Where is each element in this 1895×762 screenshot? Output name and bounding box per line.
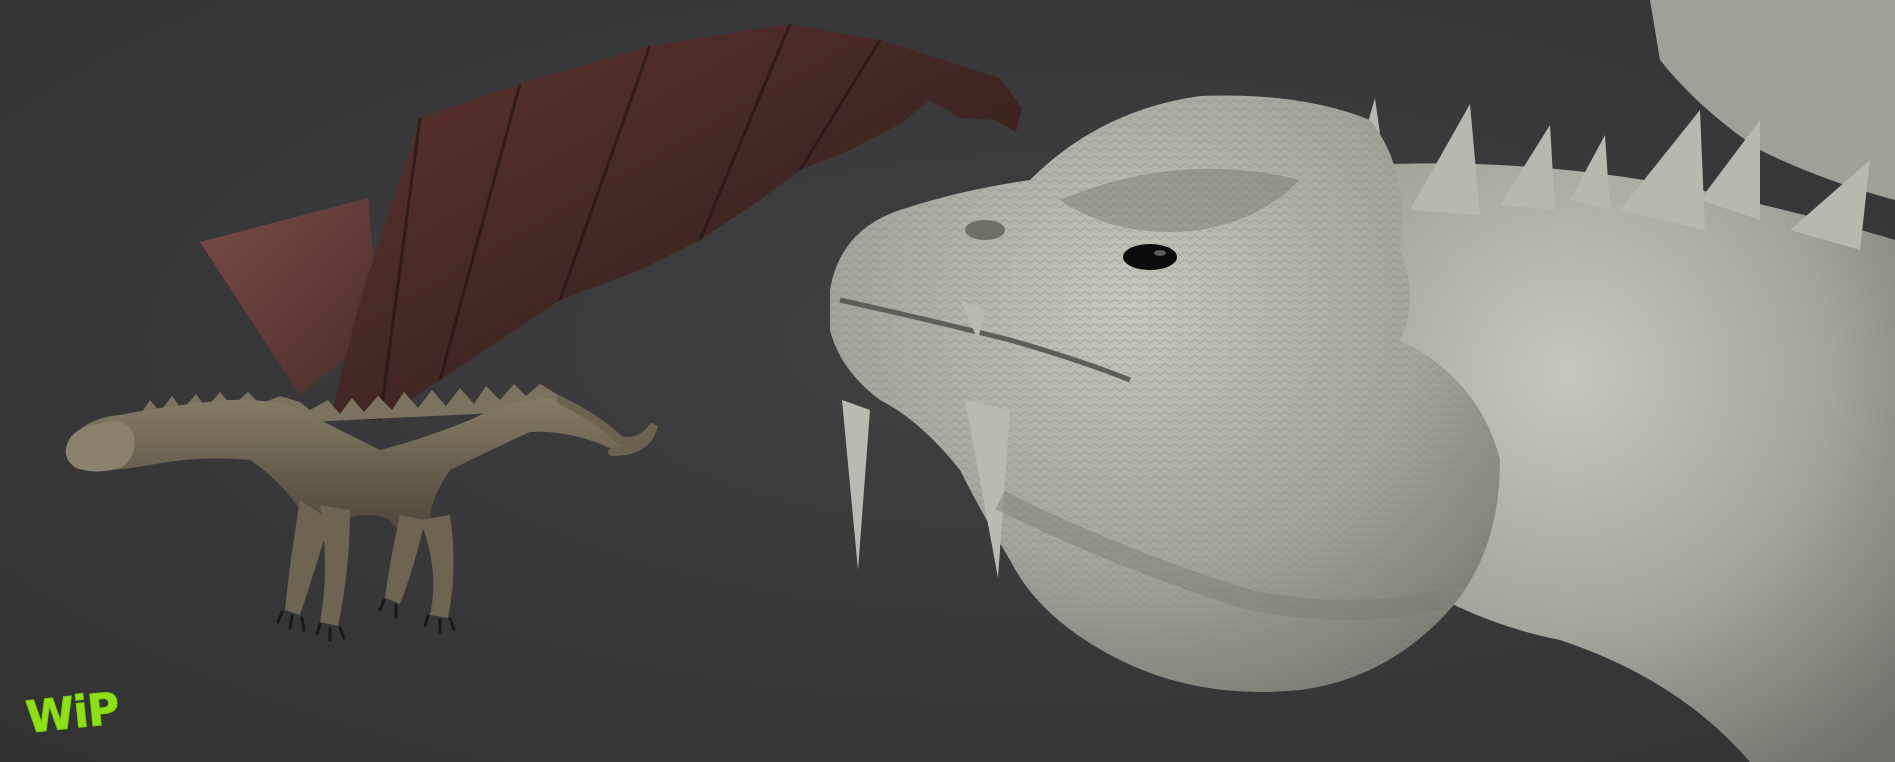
dragon-legs [285,500,454,626]
wip-watermark: WiP [23,683,122,744]
dragon-head [65,421,135,472]
render-canvas: WiP [0,0,1895,762]
sculpt-eye [1123,244,1177,270]
sculpt-nostril [965,220,1005,240]
scene-svg [65,0,1895,762]
